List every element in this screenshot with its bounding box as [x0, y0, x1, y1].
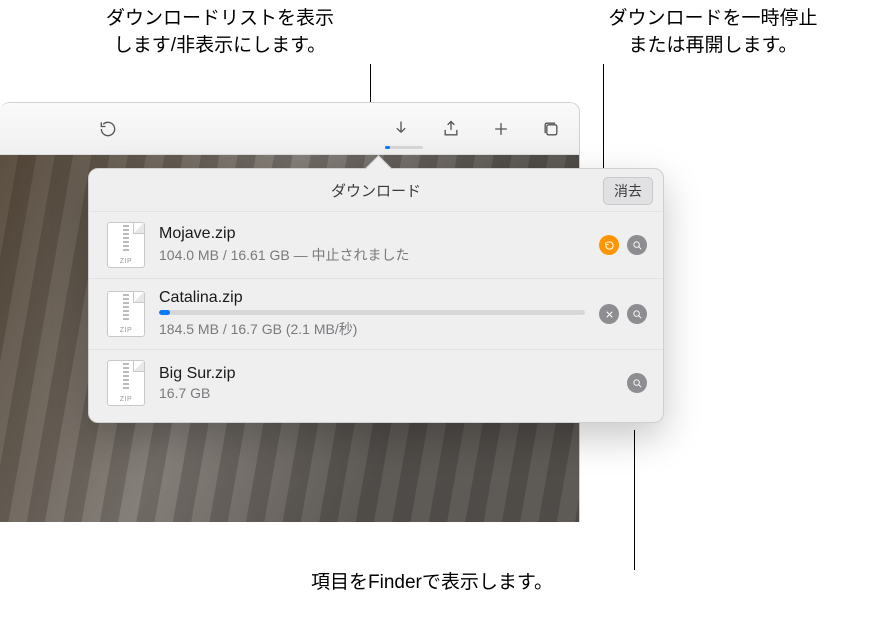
toolbar — [0, 103, 579, 155]
popover-title: ダウンロード — [331, 180, 421, 201]
magnifier-icon[interactable] — [627, 235, 647, 255]
clear-button[interactable]: 消去 — [603, 177, 653, 205]
zip-file-icon: ZIP — [107, 222, 145, 268]
stop-icon[interactable] — [599, 304, 619, 324]
download-status: 104.0 MB / 16.61 GB — 中止されました — [159, 245, 585, 265]
download-info: Catalina.zip 184.5 MB / 16.7 GB (2.1 MB/… — [159, 289, 585, 339]
share-button[interactable] — [439, 117, 463, 141]
popover-header: ダウンロード 消去 — [89, 169, 663, 211]
callout-show-hide: ダウンロードリストを表示 します/非表示にします。 — [60, 6, 380, 59]
download-item: ZIP Big Sur.zip 16.7 GB — [89, 349, 663, 416]
callout-pause-resume: ダウンロードを一時停止 または再開します。 — [548, 6, 878, 59]
downloads-list: ZIP Mojave.zip 104.0 MB / 16.61 GB — 中止さ… — [89, 211, 663, 422]
magnifier-icon[interactable] — [627, 304, 647, 324]
download-filename: Catalina.zip — [159, 289, 585, 307]
download-filename: Mojave.zip — [159, 225, 585, 243]
callout-line — [634, 430, 635, 570]
download-info: Big Sur.zip 16.7 GB — [159, 365, 613, 401]
download-progress-bar — [159, 310, 585, 315]
download-info: Mojave.zip 104.0 MB / 16.61 GB — 中止されました — [159, 225, 585, 265]
download-filename: Big Sur.zip — [159, 365, 613, 383]
magnifier-icon[interactable] — [627, 373, 647, 393]
file-type-label: ZIP — [120, 396, 132, 405]
downloads-toolbar-progress — [385, 146, 423, 149]
download-actions — [627, 373, 647, 393]
retry-icon[interactable] — [599, 235, 619, 255]
callout-reveal-finder: 項目をFinderで表示します。 — [252, 570, 612, 597]
zip-file-icon: ZIP — [107, 291, 145, 337]
download-status: 16.7 GB — [159, 385, 613, 401]
reload-button[interactable] — [96, 117, 120, 141]
zip-file-icon: ZIP — [107, 360, 145, 406]
download-status: 184.5 MB / 16.7 GB (2.1 MB/秒) — [159, 319, 585, 339]
tabs-button[interactable] — [539, 117, 563, 141]
download-actions — [599, 235, 647, 255]
downloads-button[interactable] — [389, 117, 413, 141]
download-actions — [599, 304, 647, 324]
file-type-label: ZIP — [120, 327, 132, 336]
download-item: ZIP Catalina.zip 184.5 MB / 16.7 GB (2.1… — [89, 278, 663, 349]
downloads-popover: ダウンロード 消去 ZIP Mojave.zip 104.0 MB / 16.6… — [88, 168, 664, 423]
new-tab-button[interactable] — [489, 117, 513, 141]
download-item: ZIP Mojave.zip 104.0 MB / 16.61 GB — 中止さ… — [89, 211, 663, 278]
file-type-label: ZIP — [120, 258, 132, 267]
